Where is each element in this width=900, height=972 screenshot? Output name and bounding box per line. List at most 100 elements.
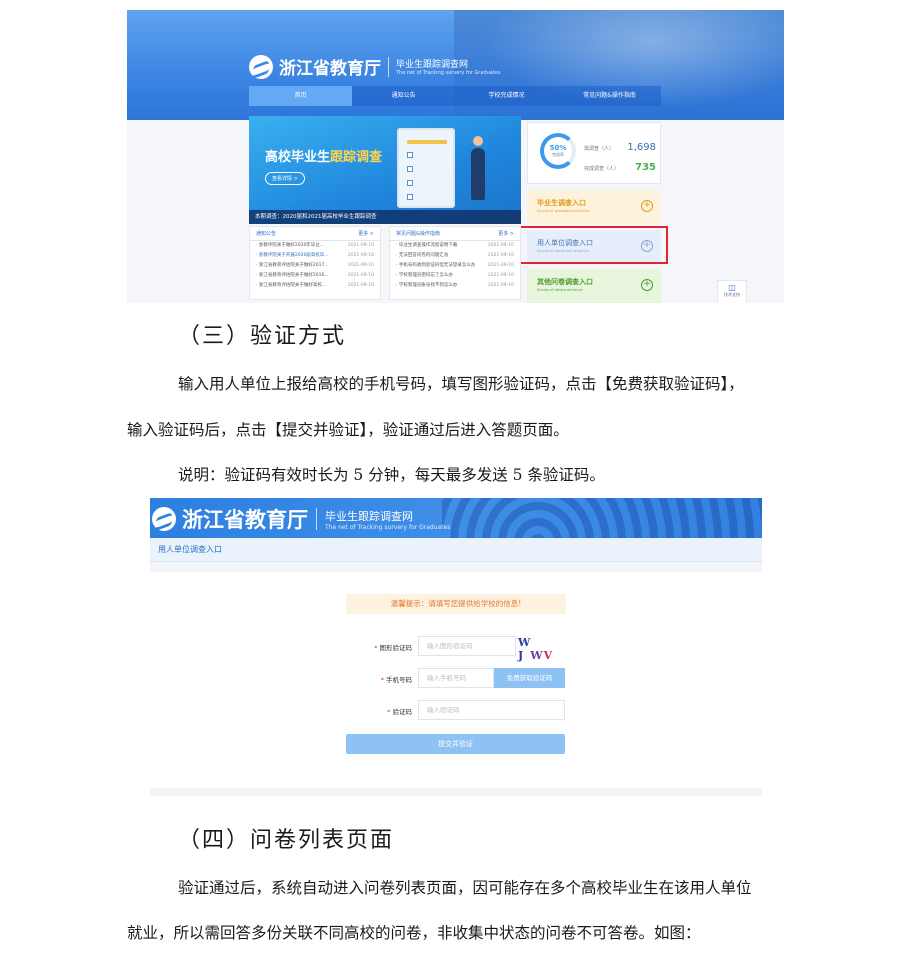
list-item-date: 2021-09-10 xyxy=(487,253,514,258)
code-label-text: 验证码 xyxy=(392,708,413,716)
nav-school-progress[interactable]: 学校完成情况 xyxy=(455,86,558,106)
graduate-entry-en: Survey of graduates entrance xyxy=(537,209,590,213)
headset-icon: ◫ xyxy=(728,283,736,292)
tech-support-label: 技术支持 xyxy=(724,292,740,297)
list-item-date: 2021-09-10 xyxy=(487,283,514,288)
verify-brand[interactable]: 浙江省教育厅 毕业生跟踪调查网 The net of Tracking surv… xyxy=(152,504,450,534)
notices-title: 通知公告 xyxy=(256,231,277,237)
site-name: 毕业生跟踪调查网 xyxy=(325,509,413,523)
list-item[interactable]: · 浙江省教育评估院关于做好2017... 2021-09-10 xyxy=(250,261,380,271)
required-mark: * xyxy=(387,708,391,716)
list-item[interactable]: · 毕业生调查操作流程说明下载 2021-09-10 xyxy=(390,241,520,251)
section-heading-verification: （三）验证方式 xyxy=(178,324,347,349)
hero-title: 高校毕业生跟踪调查 xyxy=(265,146,382,165)
list-item-text: · 学校管理员账号找不到怎么办 xyxy=(396,283,458,288)
hero-title-prefix: 高校毕业生 xyxy=(265,150,331,165)
nav-notices[interactable]: 通知公告 xyxy=(352,86,455,106)
captcha-label-text: 图形验证码 xyxy=(379,644,413,652)
captcha-input[interactable]: 输入图形验证码 xyxy=(418,636,516,656)
hero-details-button[interactable]: 查看详情 > xyxy=(265,172,305,185)
clipboard-line xyxy=(407,140,447,144)
list-item[interactable]: · 学校管理员账号找不到怎么办 2021-09-10 xyxy=(390,281,520,291)
code-input[interactable]: 输入验证码 xyxy=(418,700,565,720)
hero-title-highlight: 跟踪调查 xyxy=(330,150,383,165)
breadcrumb[interactable]: 用人单位调查入口 xyxy=(150,538,762,562)
brand-name: 浙江省教育厅 xyxy=(182,508,308,532)
list-item-text: · 无法回答问卷的问题汇总 xyxy=(396,253,449,258)
faq-panel: 常见问题&操作指南 更多 > · 毕业生调查操作流程说明下载 2021-09-10… xyxy=(389,226,521,300)
stat-completed-value: 735 xyxy=(635,162,656,173)
list-item[interactable]: · 浙教评院关于做好2020年毕业... 2021-09-10 xyxy=(250,241,380,251)
list-item-text: · 浙教评院关于开展2020届高校毕... xyxy=(256,253,329,258)
faq-more-link[interactable]: 更多 > xyxy=(498,227,514,241)
required-mark: * xyxy=(380,676,384,684)
other-survey-entry[interactable]: 其他问卷调查入口 Survey of others entrance + xyxy=(527,269,661,303)
captcha-chars: V xyxy=(543,649,554,662)
other-entry-en: Survey of others entrance xyxy=(537,288,583,292)
verify-banner: 浙江省教育厅 毕业生跟踪调查网 The net of Tracking surv… xyxy=(150,498,762,538)
portal-brand[interactable]: 浙江省教育厅 毕业生跟踪调查网 The net of Tracking surv… xyxy=(249,54,500,79)
list-item-date: 2021-09-16 xyxy=(347,253,374,258)
list-item[interactable]: · 浙江省教育评估院关于做好高校... 2021-09-10 xyxy=(250,281,380,291)
portal-nav: 首页 通知公告 学校完成情况 常见问题&操作指南 xyxy=(249,86,661,106)
person-illustration xyxy=(471,136,485,200)
hero-caption: 本期调查：2020届和2021届高校毕业生跟踪调查 xyxy=(249,210,521,224)
list-item-date: 2021-09-10 xyxy=(347,263,374,268)
employer-entry-highlight-box xyxy=(518,226,668,264)
list-item-date: 2021-09-10 xyxy=(347,243,374,248)
nav-faq[interactable]: 常见问题&操作指南 xyxy=(558,86,661,106)
checkbox-illustration xyxy=(407,166,413,172)
site-name: 毕业生跟踪调查网 xyxy=(396,60,469,70)
list-item-date: 2021-09-10 xyxy=(347,283,374,288)
phone-input[interactable]: 输入手机号码 xyxy=(418,668,494,688)
brand-name: 浙江省教育厅 xyxy=(279,59,381,79)
list-item-date: 2021-09-10 xyxy=(347,273,374,278)
tech-support-button[interactable]: ◫ 技术支持 xyxy=(717,280,747,303)
brand-subtitle: 毕业生跟踪调查网 The net of Tracking survery for… xyxy=(396,57,500,76)
notices-more-link[interactable]: 更多 > xyxy=(358,227,374,241)
banner-graduates-image xyxy=(442,498,762,538)
completion-label: 完成率 xyxy=(552,152,564,157)
list-item-text: · 浙教评院关于做好2020年毕业... xyxy=(256,243,325,248)
other-entry-title: 其他问卷调查入口 xyxy=(537,278,593,286)
captcha-chars: W xyxy=(530,649,544,662)
list-item-text: · 毕业生调查操作流程说明下载 xyxy=(396,243,458,248)
send-code-button[interactable]: 免费获取验证码 xyxy=(494,668,565,688)
stat-row-required: 需调查（人） 1,698 xyxy=(584,142,656,153)
plus-circle-icon: + xyxy=(641,200,653,212)
verification-screenshot: 浙江省教育厅 毕业生跟踪调查网 The net of Tracking surv… xyxy=(150,498,762,796)
nav-home[interactable]: 首页 xyxy=(249,86,352,106)
survey-stats-card: 50% 完成率 需调查（人） 1,698 完成调查（人） 735 xyxy=(527,122,661,184)
portal-screenshot: 浙江省教育厅 毕业生跟踪调查网 The net of Tracking surv… xyxy=(127,10,784,303)
phone-label: * 手机号码 xyxy=(381,674,412,684)
brand-divider xyxy=(388,56,389,77)
paragraph-verification-line2: 输入验证码后，点击【提交并验证】，验证通过后进入答题页面。 xyxy=(127,421,569,439)
list-item-date: 2021-09-10 xyxy=(487,273,514,278)
list-item[interactable]: · 浙江省教育评估院关于做好2016... 2021-09-10 xyxy=(250,271,380,281)
stat-completed-label: 完成调查（人） xyxy=(584,166,620,172)
code-label: * 验证码 xyxy=(387,706,412,716)
list-item[interactable]: · 手机号码收到验证码但无法登录怎么办 2021-09-10 xyxy=(390,261,520,271)
submit-verify-button[interactable]: 提交并验证 xyxy=(346,734,565,754)
hero-banner[interactable]: 高校毕业生跟踪调查 查看详情 > 本期调查：2020届和2021届高校毕业生跟踪… xyxy=(249,116,521,224)
clipboard-illustration xyxy=(397,128,455,208)
phone-label-text: 手机号码 xyxy=(386,676,412,684)
note-paragraph: 说明：验证码有效时长为 5 分钟，每天最多发送 5 条验证码。 xyxy=(178,466,605,484)
list-item[interactable]: · 学校管理员密码忘了怎么办 2021-09-10 xyxy=(390,271,520,281)
verify-form-panel: 温馨提示：请填写您提供给学校的信息! * 图形验证码 输入图形验证码 W J WV … xyxy=(150,572,762,788)
list-item[interactable]: · 无法回答问卷的问题汇总 2021-09-10 xyxy=(390,251,520,261)
graduate-survey-entry[interactable]: 毕业生调查入口 Survey of graduates entrance + xyxy=(527,190,661,224)
list-item-text: · 浙江省教育评估院关于做好高校... xyxy=(256,283,327,288)
plus-circle-icon: + xyxy=(641,279,653,291)
stat-row-completed: 完成调查（人） 735 xyxy=(584,162,656,173)
captcha-label: * 图形验证码 xyxy=(374,642,412,652)
captcha-image[interactable]: W J WV xyxy=(518,636,564,662)
list-item[interactable]: · 浙教评院关于开展2020届高校毕... 2021-09-16 xyxy=(250,251,380,261)
list-item-text: · 学校管理员密码忘了怎么办 xyxy=(396,273,453,278)
completion-percent: 50% xyxy=(549,144,567,152)
site-name-en: The net of Tracking survery for Graduate… xyxy=(396,70,501,76)
stat-required-label: 需调查（人） xyxy=(584,146,615,152)
notices-panel: 通知公告 更多 > · 浙教评院关于做好2020年毕业... 2021-09-10… xyxy=(249,226,381,300)
notices-header: 通知公告 更多 > xyxy=(250,227,380,241)
faq-title: 常见问题&操作指南 xyxy=(396,231,440,237)
